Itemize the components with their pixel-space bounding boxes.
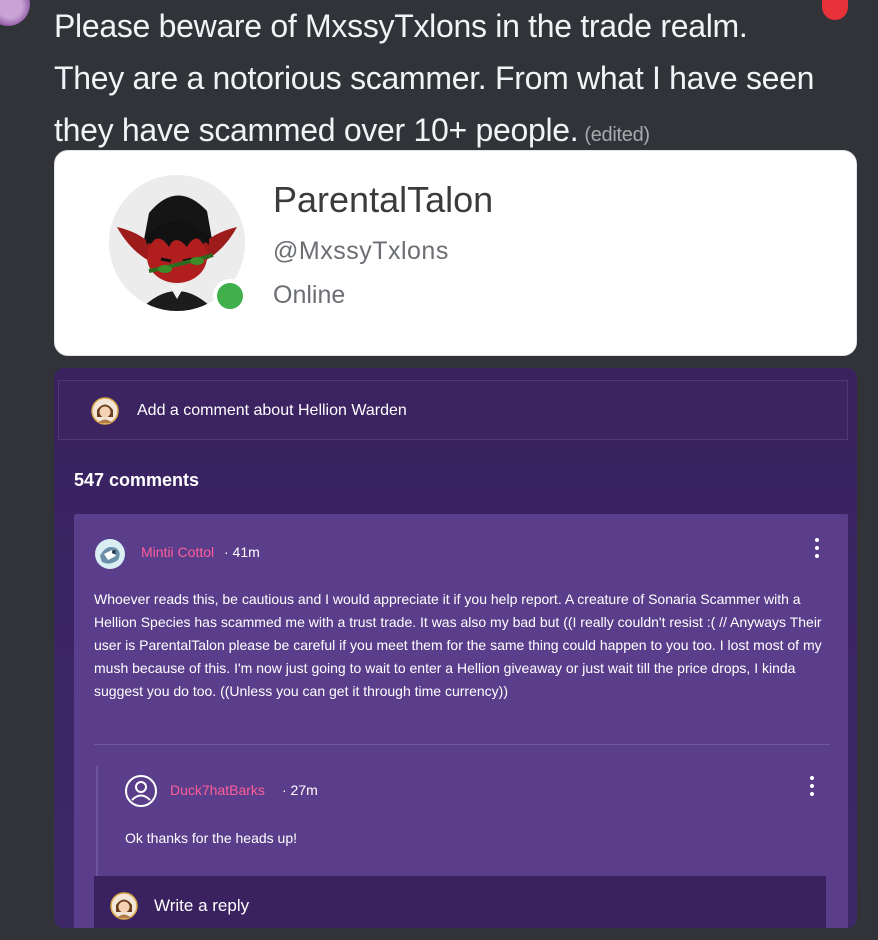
reply-username[interactable]: Duck7hatBarks (170, 782, 265, 798)
reply-thread-line (96, 766, 98, 876)
comment-body: Whoever reads this, be cautious and I wo… (94, 591, 822, 699)
profile-presence: Online (273, 281, 346, 309)
default-user-icon[interactable] (124, 774, 158, 808)
comment-count: 547 comments (74, 470, 200, 490)
profile-handle: @MxssyTxlons (273, 237, 449, 265)
comments-panel: Add a comment about Hellion Warden 547 c… (54, 368, 857, 928)
author-avatar[interactable] (0, 0, 30, 26)
message-text: they have scammed over 10+ people. (54, 112, 579, 148)
divider (94, 744, 830, 745)
add-comment-input[interactable]: Add a comment about Hellion Warden (58, 380, 848, 440)
message-line: Please beware of MxssyTxlons in the trad… (54, 8, 748, 44)
comment-username[interactable]: Mintii Cottol (141, 544, 214, 560)
user-avatar-icon (110, 892, 138, 920)
comment-item: Mintii Cottol · 41m Whoever reads this, … (74, 514, 848, 928)
edited-indicator: (edited) (584, 124, 650, 146)
profile-card-image[interactable]: ParentalTalon @MxssyTxlons Online (54, 150, 857, 356)
more-options-icon[interactable] (809, 776, 815, 798)
online-status-dot (213, 279, 247, 313)
reply-timestamp: · 27m (282, 782, 318, 798)
write-reply-placeholder: Write a reply (154, 896, 250, 915)
profile-display-name: ParentalTalon (273, 179, 494, 220)
commenter-avatar-icon[interactable] (94, 538, 126, 570)
message-line: They are a notorious scammer. From what … (54, 60, 815, 96)
write-reply-input[interactable]: Write a reply (94, 876, 826, 928)
add-comment-placeholder: Add a comment about Hellion Warden (137, 402, 407, 419)
more-options-icon[interactable] (814, 538, 820, 560)
user-avatar-icon (91, 397, 119, 425)
comment-timestamp: · 41m (224, 544, 260, 560)
reply-body: Ok thanks for the heads up! (125, 830, 297, 846)
chat-message: Please beware of MxssyTxlons in the trad… (54, 0, 874, 161)
